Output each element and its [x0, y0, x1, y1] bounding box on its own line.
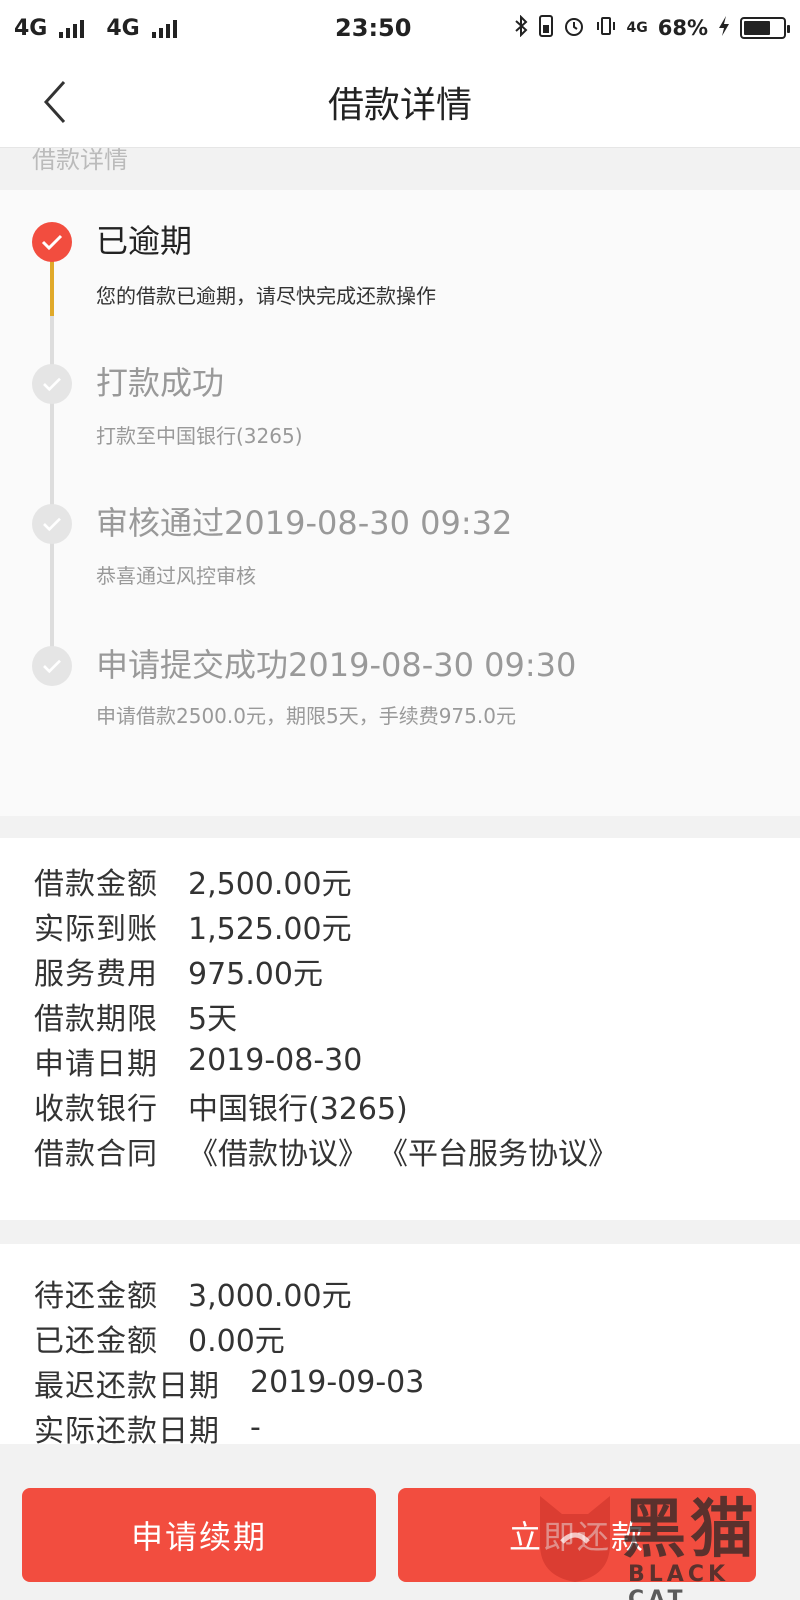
- info-row-fee: 服务费用 975.00元: [34, 948, 766, 993]
- info-value: -: [250, 1410, 261, 1444]
- info-value: 0.00元: [188, 1323, 285, 1359]
- battery-percent: 68%: [657, 16, 708, 40]
- info-row-actual: 实际还款日期 -: [34, 1405, 766, 1444]
- loan-info-card: 借款金额 2,500.00元 实际到账 1,525.00元 服务费用 975.00元 …: [0, 838, 800, 1220]
- nav-bar: 借款详情: [0, 56, 800, 148]
- signal-group: 4G 4G: [14, 16, 314, 41]
- info-value: 2019-09-03: [250, 1365, 425, 1400]
- info-value: 2,500.00元: [188, 866, 352, 902]
- sim-icon: [538, 14, 553, 42]
- info-label: 申请日期: [34, 1046, 158, 1082]
- check-icon: [32, 222, 72, 262]
- info-label: 借款金额: [34, 866, 158, 902]
- extend-loan-button[interactable]: 申请续期: [22, 1488, 376, 1582]
- info-value: 中国银行(3265): [188, 1091, 408, 1127]
- vibrate-icon: [595, 15, 617, 42]
- signal-icon: [59, 18, 85, 38]
- info-row-bank: 收款银行 中国银行(3265): [34, 1083, 766, 1128]
- info-label: 借款合同: [34, 1136, 158, 1172]
- info-row-received: 实际到账 1,525.00元: [34, 903, 766, 948]
- alarm-icon: [563, 15, 585, 42]
- check-icon: [32, 646, 72, 686]
- network-type: 4G: [14, 15, 48, 41]
- info-label: 已还金额: [34, 1323, 158, 1359]
- info-value: 3,000.00元: [188, 1278, 352, 1314]
- timeline-step-desc: 打款至中国银行(3265): [96, 424, 303, 448]
- info-label: 待还金额: [34, 1278, 158, 1314]
- timeline-step-title: 打款成功: [96, 364, 225, 402]
- section-header: 借款详情: [0, 148, 800, 190]
- check-icon: [32, 504, 72, 544]
- status-bar: 4G 4G 23:50 4G 68%: [0, 0, 800, 56]
- info-label: 最迟还款日期: [34, 1368, 220, 1404]
- back-button[interactable]: [40, 80, 80, 124]
- info-value: 1,525.00元: [188, 911, 352, 947]
- info-row-term: 借款期限 5天: [34, 993, 766, 1038]
- chevron-left-icon: [43, 80, 66, 124]
- check-icon: [32, 364, 72, 404]
- timeline-step-desc: 申请借款2500.0元，期限5天，手续费975.0元: [96, 704, 516, 728]
- timeline-step-desc: 恭喜通过风控审核: [96, 564, 256, 588]
- charging-icon: [718, 15, 730, 42]
- info-label: 实际到账: [34, 911, 158, 947]
- timeline-step-desc: 您的借款已逾期，请尽快完成还款操作: [96, 284, 436, 308]
- network-type-2: 4G: [106, 15, 140, 41]
- bluetooth-icon: [513, 14, 529, 42]
- status-icons: 4G 68%: [513, 14, 790, 42]
- clock: 23:50: [335, 14, 412, 42]
- info-row-due: 待还金额 3,000.00元: [34, 1270, 766, 1315]
- info-row-date: 申请日期 2019-08-30: [34, 1038, 766, 1083]
- service-agreement-link[interactable]: 《平台服务协议》: [378, 1129, 618, 1173]
- info-label: 收款银行: [34, 1091, 158, 1127]
- timeline-step-title: 审核通过2019-08-30 09:32: [96, 504, 513, 542]
- info-row-amount: 借款金额 2,500.00元: [34, 858, 766, 903]
- info-label: 实际还款日期: [34, 1413, 220, 1445]
- repay-now-button[interactable]: 立即还款: [398, 1488, 756, 1582]
- battery-icon: [740, 17, 790, 39]
- repayment-info-card: 待还金额 3,000.00元 已还金额 0.00元 最迟还款日期 2019-09-03…: [0, 1244, 800, 1444]
- info-value: 5天: [188, 1001, 238, 1037]
- battery-fill: [744, 21, 770, 35]
- page-title: 借款详情: [327, 84, 472, 126]
- loan-agreement-link[interactable]: 《借款协议》: [188, 1129, 368, 1173]
- info-value: 2019-08-30: [188, 1043, 363, 1078]
- info-row-contract: 借款合同 《借款协议》 《平台服务协议》: [34, 1128, 766, 1173]
- timeline-step-title: 已逾期: [96, 222, 193, 260]
- info-row-paid: 已还金额 0.00元: [34, 1315, 766, 1360]
- info-value: 975.00元: [188, 956, 323, 992]
- network-type-3: 4G: [626, 20, 648, 36]
- info-label: 借款期限: [34, 1001, 158, 1037]
- signal-icon-2: [151, 18, 177, 38]
- info-row-deadline: 最迟还款日期 2019-09-03: [34, 1360, 766, 1405]
- section-label: 借款详情: [32, 148, 128, 174]
- status-timeline: 已逾期 您的借款已逾期，请尽快完成还款操作 打款成功 打款至中国银行(3265)…: [0, 190, 800, 816]
- info-label: 服务费用: [34, 956, 158, 992]
- timeline-step-title: 申请提交成功2019-08-30 09:30: [96, 646, 577, 684]
